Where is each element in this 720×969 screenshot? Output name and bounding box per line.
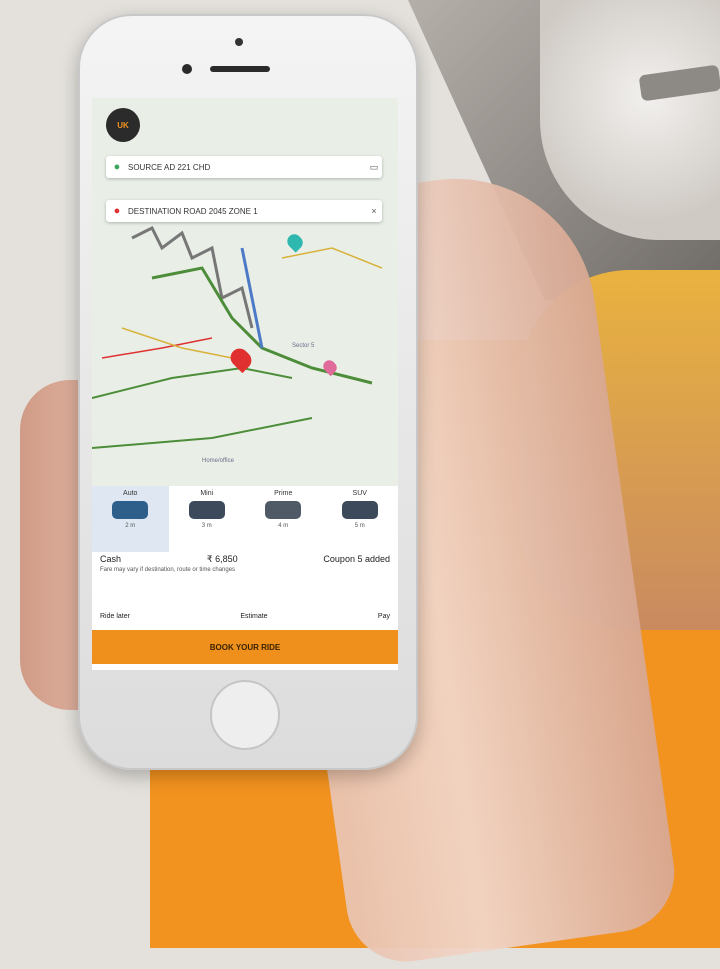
ride-option-label: Auto	[123, 490, 138, 497]
extra-actions: Ride later Estimate Pay	[92, 604, 398, 628]
fare-panel: Cash ₹ 6,850 Coupon 5 added Fare may var…	[92, 552, 398, 604]
fare-amount: ₹ 6,850	[206, 554, 238, 564]
ride-option[interactable]: SUV 5 m	[322, 486, 399, 552]
pickup-field[interactable]: ● SOURCE AD 221 CHD ▭	[106, 156, 382, 178]
pickup-text: SOURCE AD 221 CHD	[128, 162, 211, 172]
pickup-pin-icon: ●	[113, 161, 121, 173]
ride-later-link[interactable]: Ride later	[100, 613, 130, 620]
ride-option-eta: 3 m	[201, 523, 212, 529]
ride-option[interactable]: Auto 2 m	[92, 486, 169, 552]
ride-option[interactable]: Mini 3 m	[169, 486, 246, 552]
pay-link[interactable]: Pay	[378, 613, 390, 620]
suv-icon	[341, 501, 378, 519]
destination-pin-icon: ●	[113, 205, 121, 217]
ride-option[interactable]: Prime 4 m	[245, 486, 322, 552]
ride-options: Auto 2 m Mini 3 m Prime 4 m SUV 5 m	[92, 486, 398, 552]
ride-option-label: Mini	[200, 490, 214, 497]
ride-option-eta: 5 m	[354, 523, 365, 529]
ride-option-label: SUV	[352, 490, 367, 497]
car-icon	[265, 501, 302, 519]
book-ride-button[interactable]: BOOK YOUR RIDE	[92, 630, 398, 664]
sensor-dot	[182, 64, 192, 74]
user-avatar[interactable]: UK	[106, 108, 140, 142]
map-label: Sector 5	[292, 343, 315, 349]
speaker-grille	[210, 66, 270, 72]
auto-icon	[112, 501, 149, 519]
close-icon[interactable]: ×	[366, 206, 382, 216]
camera-icon	[235, 38, 243, 46]
payment-method[interactable]: Cash	[100, 554, 121, 565]
phone-screen: UK ● SOURCE AD 221 CHD ▭ ● DESTINATION R…	[92, 98, 398, 670]
map-view[interactable]: UK ● SOURCE AD 221 CHD ▭ ● DESTINATION R…	[92, 98, 398, 486]
car-icon	[188, 501, 225, 519]
ride-option-label: Prime	[274, 490, 293, 497]
destination-text: DESTINATION ROAD 2045 ZONE 1	[128, 206, 258, 216]
home-button[interactable]	[210, 680, 280, 750]
ride-option-eta: 2 m	[125, 523, 136, 529]
destination-field[interactable]: ● DESTINATION ROAD 2045 ZONE 1 ×	[106, 200, 382, 222]
ride-option-eta: 4 m	[278, 523, 289, 529]
edit-icon[interactable]: ▭	[366, 162, 382, 173]
map-label: Home/office	[202, 458, 234, 464]
fare-note: Fare may vary if destination, route or t…	[100, 567, 236, 573]
coupon-status[interactable]: Coupon 5 added	[323, 554, 390, 565]
estimate-link[interactable]: Estimate	[240, 613, 267, 620]
